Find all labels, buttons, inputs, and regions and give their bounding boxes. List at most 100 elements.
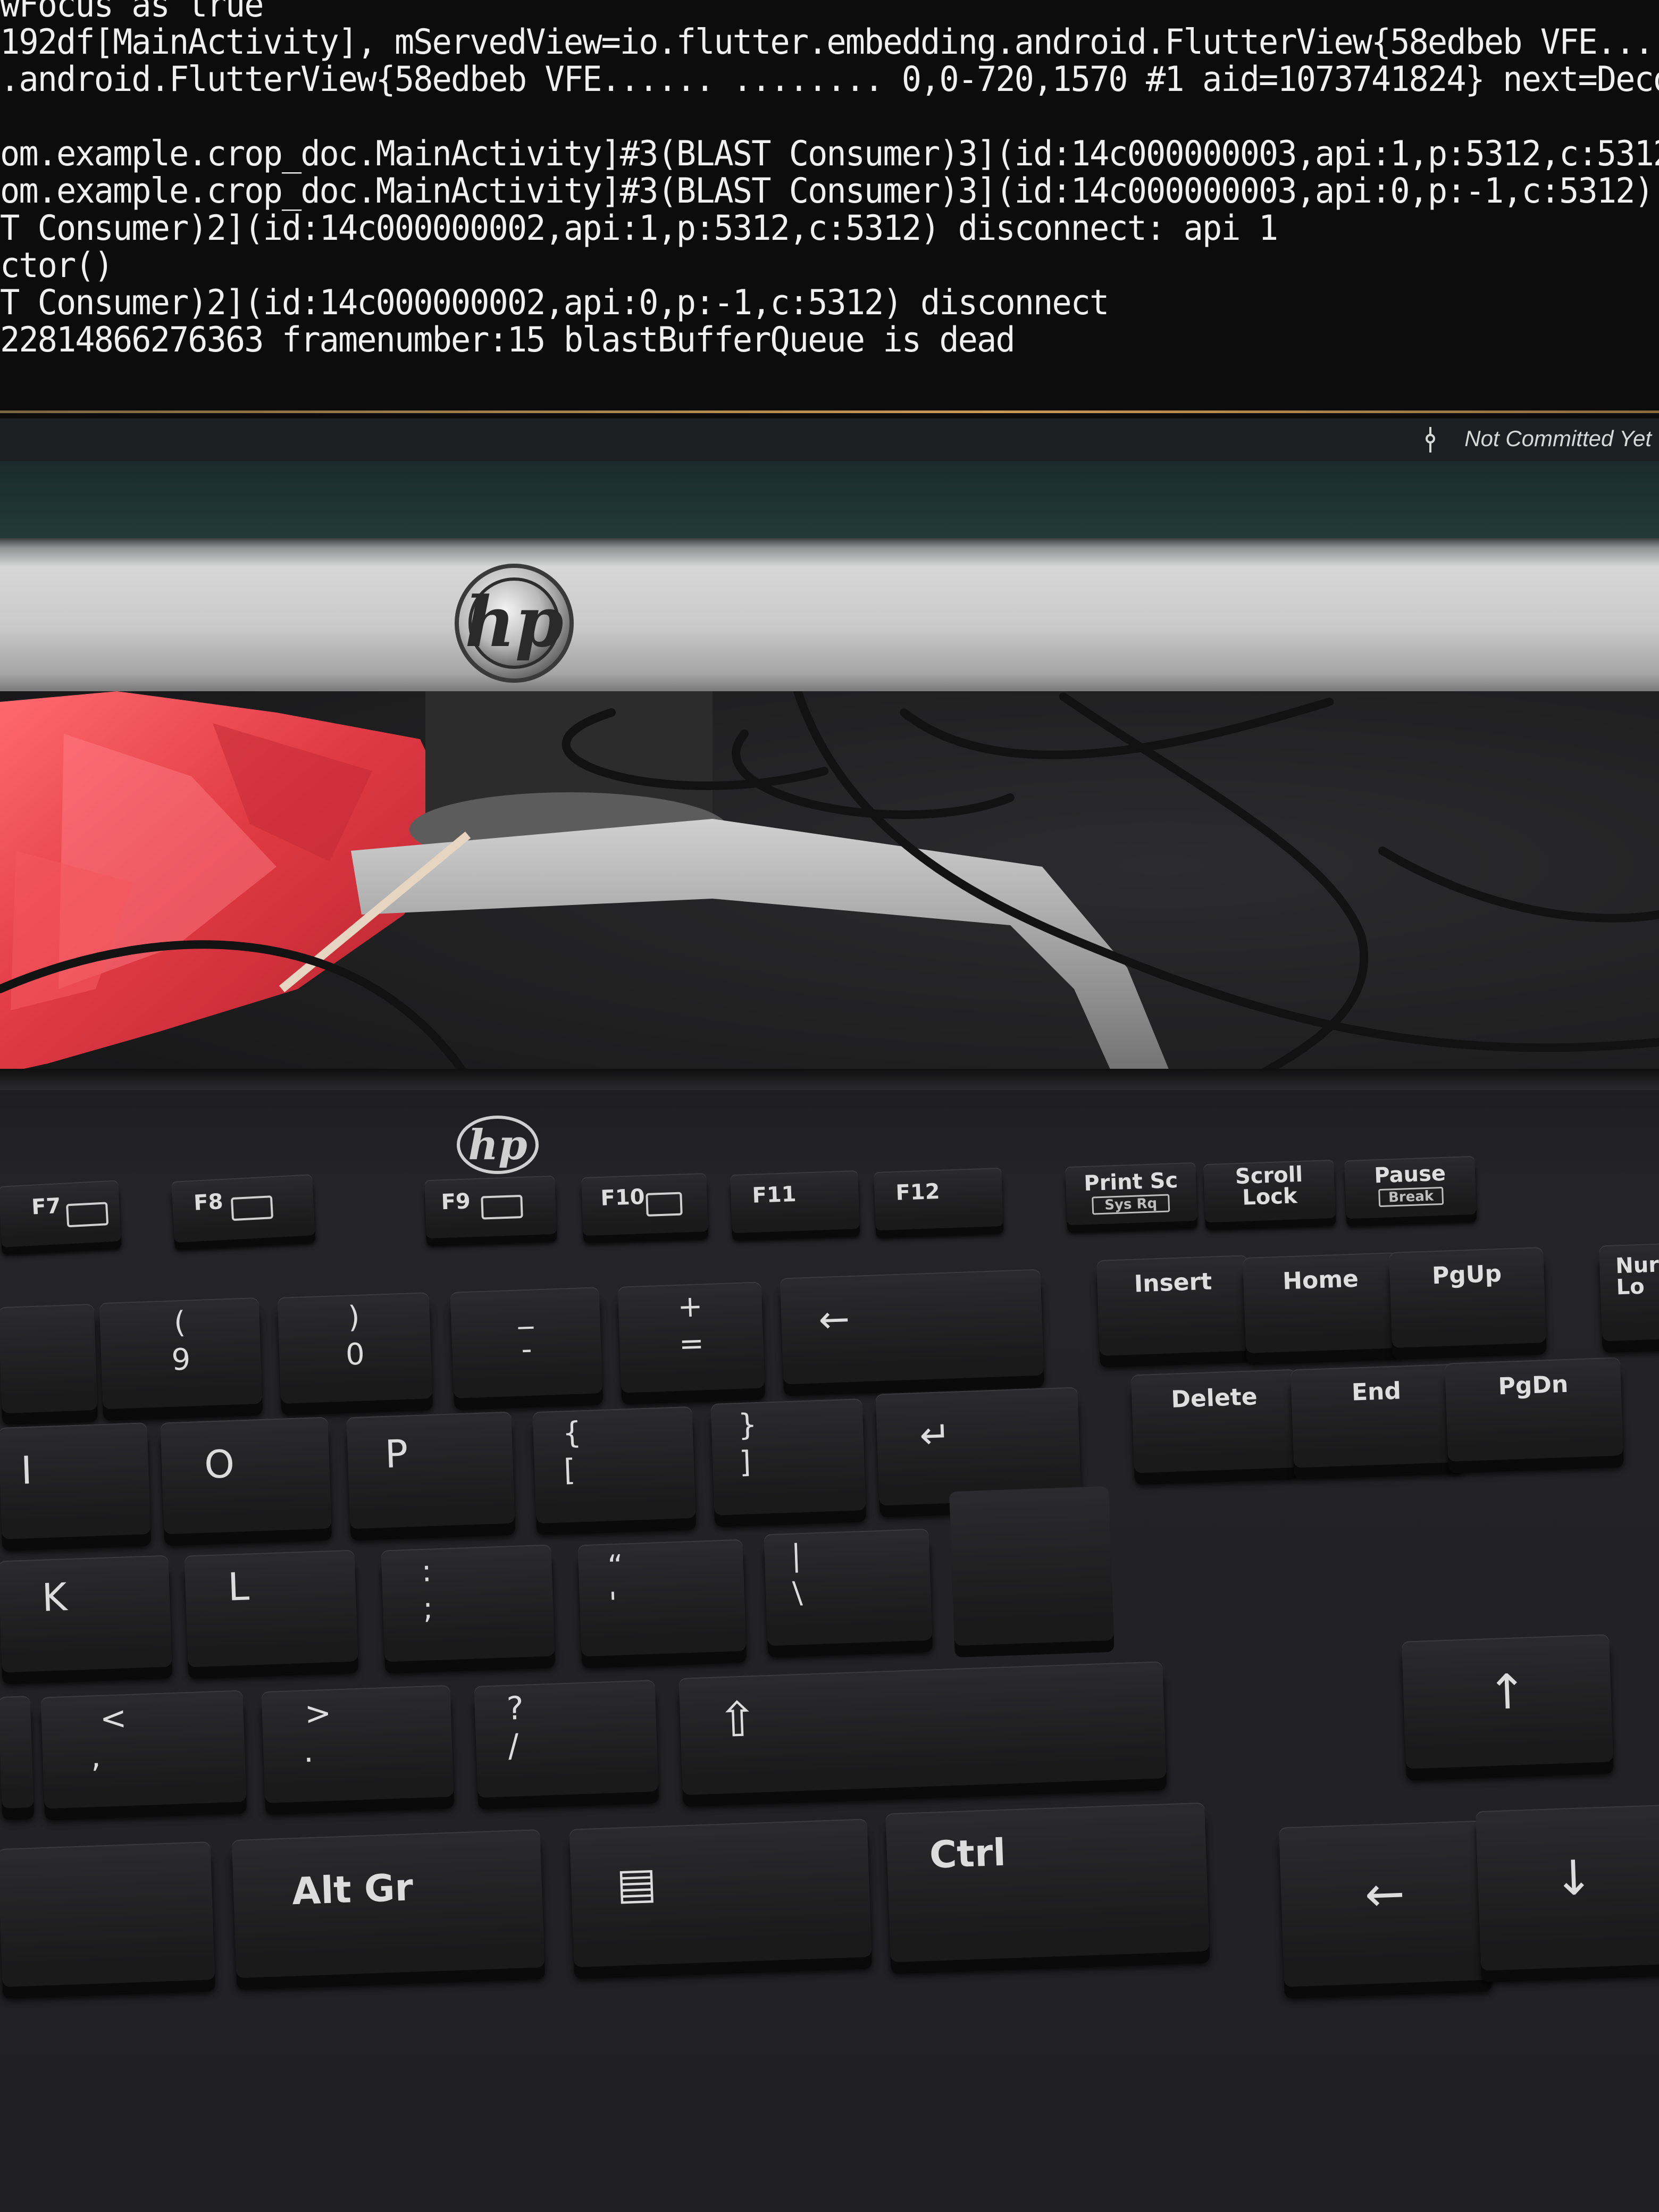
editor-divider <box>0 410 1659 413</box>
key-equals-top: + <box>677 1289 703 1325</box>
key-period[interactable]: > . <box>261 1685 454 1804</box>
key-i[interactable]: I <box>0 1422 151 1539</box>
key-arrow-down[interactable]: ↓ <box>1475 1804 1659 1971</box>
key-backslash[interactable]: | \ <box>764 1528 933 1646</box>
key-f11-label: F11 <box>751 1182 797 1208</box>
key-enter-lower[interactable] <box>949 1486 1114 1646</box>
key-left-bracket[interactable]: { [ <box>532 1406 696 1524</box>
key-period-top: > <box>304 1694 332 1733</box>
key-comma[interactable]: < , <box>40 1690 247 1809</box>
key-f7[interactable]: F7 <box>0 1180 121 1247</box>
key-delete[interactable]: Delete <box>1130 1369 1300 1473</box>
key-right-ctrl-label: Ctrl <box>928 1830 1007 1877</box>
key-f8[interactable]: F8 <box>171 1174 315 1243</box>
key-8[interactable] <box>0 1303 98 1414</box>
key-right-bracket-bottom: ] <box>739 1445 752 1480</box>
editor-statusbar: Not Committed Yet <box>0 418 1659 461</box>
menu-icon: ▤ <box>615 1858 658 1909</box>
key-equals-bottom: = <box>678 1326 705 1362</box>
key-end[interactable]: End <box>1290 1363 1464 1468</box>
hp-monitor-logo-text: hp <box>465 581 563 663</box>
key-scroll-lock[interactable]: Scroll Lock <box>1203 1159 1336 1223</box>
key-9[interactable]: ( 9 <box>99 1297 263 1410</box>
key-print-screen-sub: Sys Rq <box>1092 1194 1170 1215</box>
key-comma-top: < <box>99 1699 128 1738</box>
key-print-screen[interactable]: Print Sc Sys Rq <box>1065 1162 1197 1226</box>
key-backslash-top: | <box>790 1538 802 1573</box>
key-semicolon-top: : <box>421 1554 432 1589</box>
volume-up-icon <box>481 1194 523 1220</box>
key-alt-gr[interactable]: Alt Gr <box>231 1829 545 1979</box>
arrow-down-icon: ↓ <box>1552 1849 1595 1907</box>
log-line-6: om.example.crop_doc.MainActivity]#3(BLAS… <box>0 170 1654 211</box>
key-quote-top: “ <box>607 1548 624 1584</box>
key-print-screen-label: Print Sc <box>1083 1168 1178 1196</box>
key-0-bottom: 0 <box>345 1337 365 1372</box>
key-semicolon[interactable]: : ; <box>381 1544 555 1662</box>
key-k[interactable]: K <box>0 1555 172 1673</box>
key-period-bottom: . <box>303 1732 314 1770</box>
key-f12-label: F12 <box>895 1179 941 1205</box>
key-pause[interactable]: Pause Break <box>1344 1155 1477 1219</box>
key-right-ctrl[interactable]: Ctrl <box>885 1802 1210 1963</box>
key-f7-label: F7 <box>31 1193 62 1220</box>
key-9-bottom: 9 <box>171 1342 191 1378</box>
key-left-bracket-top: { <box>562 1415 582 1451</box>
log-line-9: T Consumer)2](id:14c000000002,api:0,p:-1… <box>0 281 1109 323</box>
key-scroll-lock-label: Scroll Lock <box>1235 1162 1303 1210</box>
screen-lower-edge <box>0 461 1659 541</box>
key-minus-top: _ <box>517 1294 534 1330</box>
key-left-bracket-bottom: [ <box>563 1453 576 1488</box>
hp-monitor-logo: hp <box>455 564 574 683</box>
key-comma-bottom: , <box>90 1737 102 1775</box>
log-line-7: T Consumer)2](id:14c000000002,api:1,p:53… <box>0 207 1278 248</box>
key-l[interactable]: L <box>184 1549 358 1668</box>
monitor-bezel <box>0 538 1659 698</box>
key-delete-label: Delete <box>1170 1383 1258 1413</box>
key-f9[interactable]: F9 <box>424 1175 557 1239</box>
key-numlock[interactable]: Nur Lo <box>1598 1243 1659 1342</box>
log-line-3: .android.FlutterView{58edbeb VFE...... .… <box>0 58 1659 99</box>
key-pgdn[interactable]: PgDn <box>1444 1357 1624 1462</box>
key-insert[interactable]: Insert <box>1096 1255 1252 1356</box>
key-space[interactable] <box>0 1841 215 1987</box>
key-home-label: Home <box>1282 1265 1359 1295</box>
arrow-up-icon: ↑ <box>1486 1663 1528 1721</box>
key-slash[interactable]: ? / <box>474 1680 659 1798</box>
key-m[interactable] <box>0 1696 34 1808</box>
key-f10[interactable]: F10 <box>581 1172 708 1236</box>
key-o[interactable]: O <box>160 1417 332 1535</box>
commit-icon[interactable] <box>1425 427 1436 453</box>
key-minus[interactable]: _ - <box>450 1287 603 1398</box>
media-icon <box>646 1192 683 1217</box>
key-arrow-left[interactable]: ← <box>1278 1820 1492 1987</box>
key-pgup-label: PgUp <box>1431 1260 1502 1290</box>
key-backspace[interactable]: ← <box>780 1269 1044 1385</box>
cables <box>0 691 1659 1100</box>
key-f12[interactable]: F12 <box>874 1167 1003 1231</box>
key-slash-top: ? <box>506 1689 525 1728</box>
vcs-status[interactable]: Not Committed Yet <box>1464 426 1652 451</box>
key-equals[interactable]: + = <box>617 1281 765 1393</box>
key-0[interactable]: ) 0 <box>277 1292 433 1404</box>
photo-scene: wFocus as true 192df[MainActivity], mSer… <box>0 0 1659 2212</box>
key-f9-label: F9 <box>440 1189 471 1215</box>
log-line-2: 192df[MainActivity], mServedView=io.flut… <box>0 21 1659 62</box>
key-f11[interactable]: F11 <box>730 1170 860 1234</box>
key-p[interactable]: P <box>346 1411 515 1529</box>
key-menu[interactable]: ▤ <box>569 1819 872 1967</box>
key-pause-label: Pause <box>1373 1161 1446 1188</box>
key-home[interactable]: Home <box>1242 1252 1401 1354</box>
log-line-1: wFocus as true <box>0 0 264 25</box>
key-pause-sub: Break <box>1378 1186 1444 1208</box>
key-pgup[interactable]: PgUp <box>1388 1246 1547 1348</box>
key-right-shift[interactable]: ⇧ <box>678 1661 1167 1795</box>
hp-keyboard-logo-text: hp <box>468 1121 527 1169</box>
key-right-bracket[interactable]: } ] <box>710 1398 866 1515</box>
key-quote[interactable]: “ ' <box>577 1539 747 1657</box>
shift-arrow-icon: ⇧ <box>716 1691 759 1749</box>
key-i-label: I <box>20 1447 33 1493</box>
key-arrow-up[interactable]: ↑ <box>1401 1634 1614 1769</box>
key-insert-label: Insert <box>1133 1268 1213 1298</box>
keyboard-top-edge <box>0 1069 1659 1090</box>
